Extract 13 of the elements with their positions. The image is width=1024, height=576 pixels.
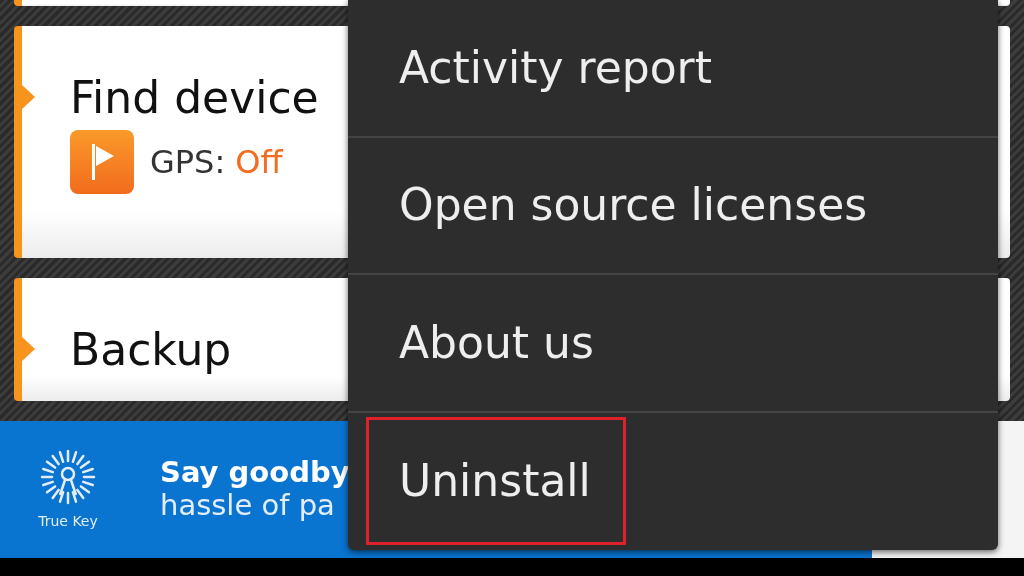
notch-icon [21, 83, 35, 110]
brand-name: True Key [38, 511, 98, 531]
menu-item[interactable]: Activity report [366, 3, 747, 132]
card-title: Find device [70, 73, 319, 123]
card-title: Backup [70, 325, 232, 375]
menu-item[interactable]: Open source licenses [366, 141, 903, 270]
gps-status: GPS: Off [150, 142, 283, 184]
notch-icon [21, 335, 35, 362]
menu-item[interactable]: Uninstall [366, 417, 626, 546]
flag-icon [70, 130, 134, 195]
ad-subline: hassle of pa [160, 489, 335, 523]
ad-headline: Say goodby [160, 456, 350, 490]
menu-item[interactable]: About us [366, 278, 629, 407]
